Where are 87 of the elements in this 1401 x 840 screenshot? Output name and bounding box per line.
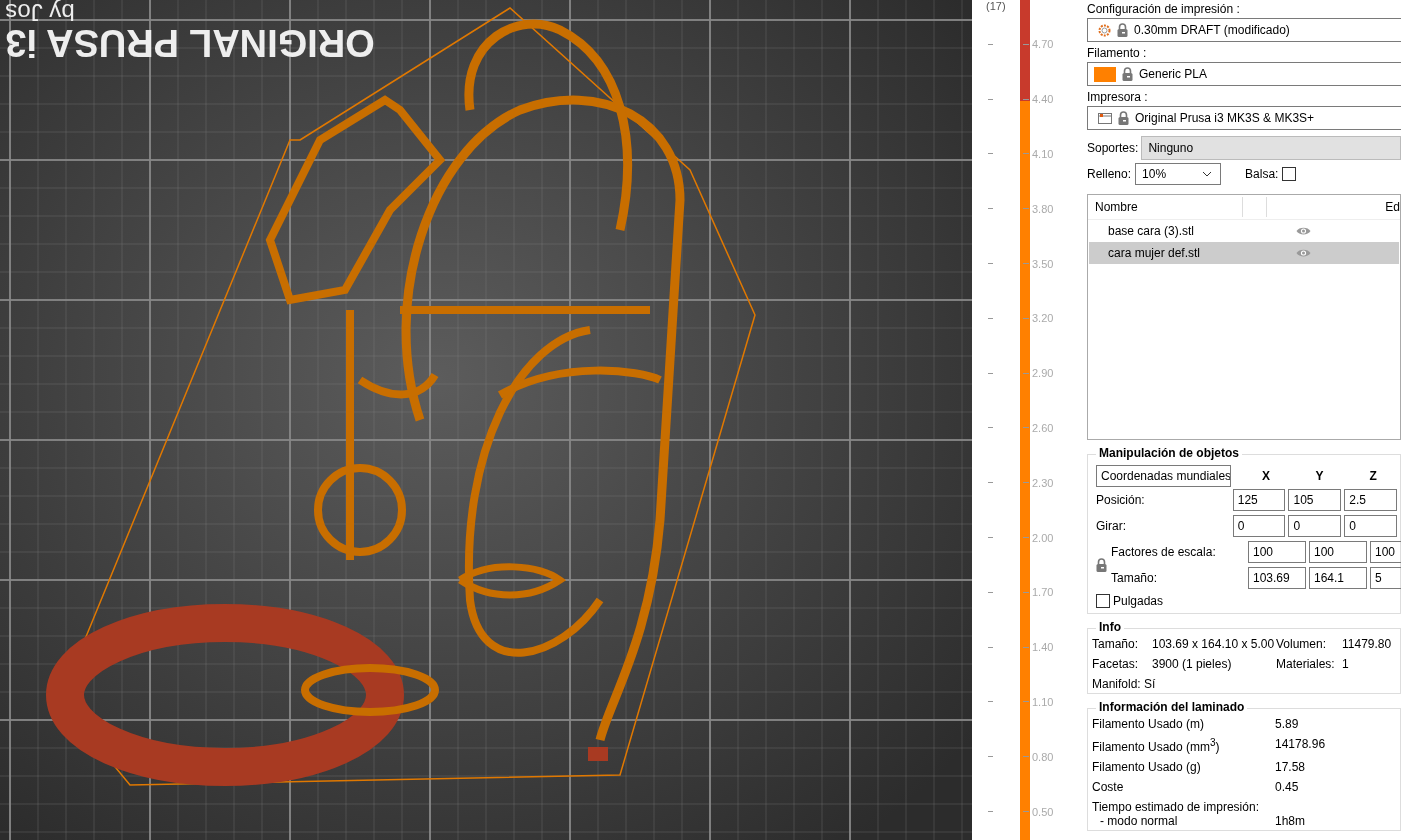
print-settings-dropdown[interactable]: 0.30mm DRAFT (modificado) (1087, 18, 1401, 42)
info-label: Materiales: (1276, 657, 1336, 671)
coordinates-dropdown[interactable]: Coordenadas mundiales (1096, 465, 1232, 487)
eye-icon[interactable] (1296, 248, 1311, 258)
field-label: Configuración de impresión : (1087, 1, 1241, 18)
info-text: Manifold: Sí (1092, 677, 1157, 691)
input-field[interactable]: 0 (1288, 515, 1342, 537)
layer-height-label: 3.20 (1032, 312, 1054, 325)
checkbox-label: Pulgadas (1113, 594, 1164, 608)
object-row[interactable]: cara mujer def.stl (1089, 242, 1399, 264)
input-field[interactable]: 0 (1232, 515, 1286, 537)
input-field[interactable]: 100 (1309, 541, 1367, 563)
layer-height-label: 2.00 (1032, 531, 1054, 544)
info-value: 5.89 (1275, 717, 1300, 731)
bed-label: ORIGINAL PRUSA i3 (5, 22, 375, 64)
info-label: Filamento Usado (mm$^{3}$) (1092, 737, 1221, 754)
info-label: - modo normal (1099, 814, 1179, 828)
lock-icon (1117, 23, 1128, 37)
info-label: Facetas: (1092, 657, 1140, 671)
field-label: Posición: (1096, 493, 1146, 507)
column-header[interactable]: Nombre (1088, 197, 1244, 217)
input-field[interactable]: 0 (1344, 515, 1397, 537)
info-value: 14178.96 (1275, 737, 1327, 753)
field-label: Factores de escala: (1110, 545, 1217, 559)
infill-dropdown[interactable]: 10% (1135, 163, 1222, 185)
layer-height-label: 2.90 (1032, 367, 1054, 380)
checkbox[interactable] (1282, 167, 1297, 181)
supports-dropdown[interactable]: Ninguno (1141, 136, 1401, 160)
input-field[interactable]: 105 (1288, 489, 1342, 511)
info-value: 103.69 x 164.10 x 5.00 (1152, 637, 1276, 651)
input-field[interactable]: 103.69 (1248, 567, 1306, 589)
input-field[interactable]: 125 (1232, 489, 1286, 511)
info-value: 3900 (1 pieles) (1152, 657, 1233, 671)
caret-icon (1202, 171, 1213, 177)
axis-label: Z (1368, 469, 1378, 483)
field-label: Balsa: (1245, 167, 1279, 181)
checkbox[interactable] (1096, 594, 1110, 608)
info-value: 17.58 (1275, 760, 1307, 774)
layer-height-label: 1.70 (1032, 586, 1054, 599)
info-label: Tiempo estimado de impresión: (1092, 800, 1260, 814)
field-label: Filamento : (1087, 45, 1148, 62)
info-label: Volumen: (1276, 637, 1328, 651)
layer-height-label: 1.40 (1032, 641, 1054, 654)
gear-icon (1098, 23, 1111, 37)
field-label: Soportes: (1087, 141, 1139, 155)
info-label: Filamento Usado (m) (1092, 717, 1206, 731)
lock-icon (1122, 67, 1133, 81)
object-row[interactable]: base cara (3).stl (1089, 220, 1399, 242)
section-title: Manipulación de objetos (1096, 446, 1242, 460)
field-label: Relleno: (1087, 167, 1132, 181)
field-label: Tamaño: (1110, 571, 1159, 585)
layer-height-label: 3.50 (1032, 257, 1054, 270)
axis-label: Y (1314, 469, 1325, 483)
info-value: 1h8m (1275, 814, 1307, 828)
info-label: Tamaño: (1092, 637, 1140, 651)
layer-height-label: 0.50 (1032, 805, 1054, 818)
layer-count: (17) (986, 0, 1006, 12)
layer-height-label: 4.10 (1032, 148, 1054, 160)
lock-icon (1118, 111, 1129, 125)
info-label: Filamento Usado (g) (1092, 760, 1202, 774)
info-value: 0.45 (1275, 780, 1300, 794)
layer-height-label: 2.60 (1032, 421, 1054, 434)
layer-height-label: 1.10 (1032, 695, 1054, 708)
input-field[interactable]: 164.1 (1309, 567, 1367, 589)
info-value: 11479.80 (1342, 637, 1393, 651)
section-title: Info (1096, 620, 1124, 634)
axis-label: X (1260, 469, 1271, 483)
layer-height-label: 4.40 (1032, 93, 1054, 106)
filament-dropdown[interactable]: Generic PLA (1087, 62, 1401, 86)
field-label: Girar: (1096, 519, 1127, 533)
input-field[interactable]: 100 (1370, 541, 1401, 563)
section-title: Información del laminado (1096, 700, 1248, 714)
input-field[interactable]: 100 (1248, 541, 1306, 563)
input-field[interactable]: 2.5 (1344, 489, 1397, 511)
printer-icon (1098, 112, 1112, 124)
lock-icon (1096, 558, 1107, 572)
info-label: Coste (1092, 780, 1125, 794)
printer-dropdown[interactable]: Original Prusa i3 MK3S & MK3S+ (1087, 106, 1401, 130)
layer-height-label: 2.30 (1032, 476, 1054, 489)
column-header[interactable]: Ed (1267, 200, 1400, 214)
layer-height-label: 3.80 (1032, 202, 1054, 215)
info-value: 1 (1342, 657, 1350, 671)
field-label: Impresora : (1087, 89, 1149, 106)
layer-height-label: 0.80 (1032, 750, 1054, 763)
input-field[interactable]: 5 (1370, 567, 1401, 589)
layer-height-label: 4.70 (1032, 38, 1054, 51)
eye-icon[interactable] (1296, 226, 1311, 236)
